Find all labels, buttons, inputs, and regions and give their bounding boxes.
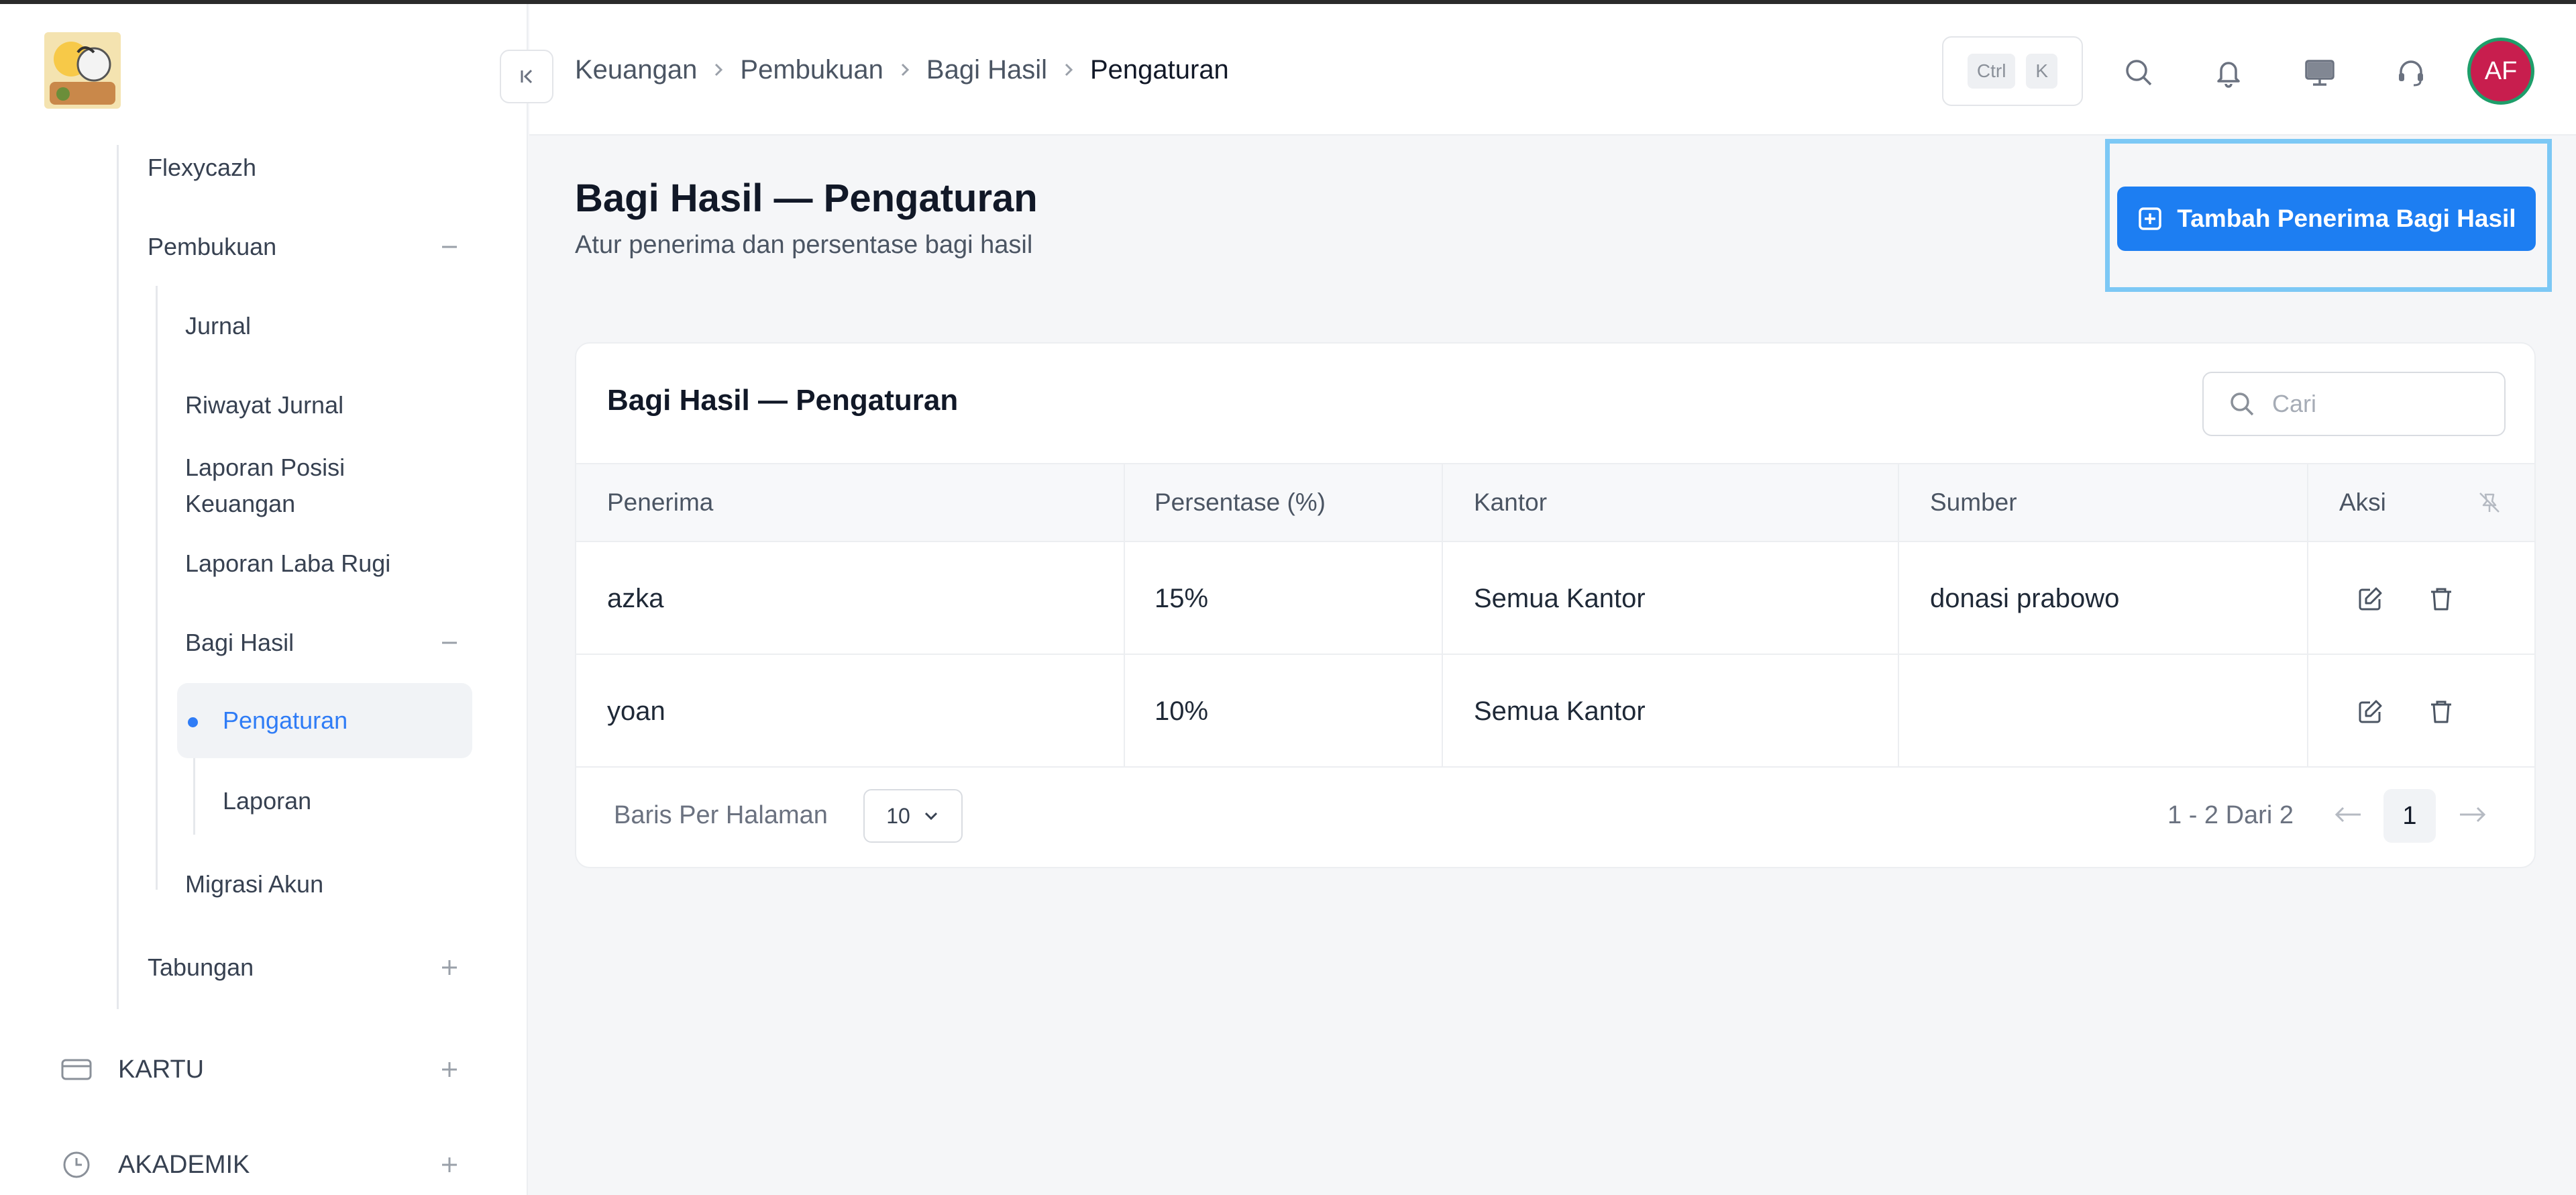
add-recipient-label: Tambah Penerima Bagi Hasil: [2177, 205, 2516, 232]
cell-persentase: 10%: [1155, 696, 1209, 726]
minus-icon[interactable]: [436, 629, 463, 656]
tree-guide: [117, 145, 119, 1009]
page-subtitle: Atur penerima dan persentase bagi hasil: [575, 231, 1033, 259]
table-header: Penerima Persentase (%) Kantor Sumber Ak…: [576, 463, 2534, 542]
sidebar-item-laporan-posisi-keuangan[interactable]: Laporan Posisi Keuangan: [185, 450, 463, 523]
kbd-k: K: [2026, 54, 2058, 89]
rows-per-page-select[interactable]: 10: [863, 789, 963, 843]
column-header-aksi: Aksi: [2339, 488, 2386, 516]
sidebar-item-pembukuan[interactable]: Pembukuan: [148, 220, 463, 274]
tree-guide: [193, 750, 195, 835]
breadcrumb-current: Pengaturan: [1089, 54, 1229, 85]
trash-icon[interactable]: [2422, 580, 2460, 618]
sidebar-section-kartu[interactable]: KARTU: [59, 1043, 463, 1096]
sidebar-item-jurnal[interactable]: Jurnal: [185, 299, 463, 353]
plus-icon[interactable]: [436, 1151, 463, 1178]
plus-icon[interactable]: [436, 954, 463, 981]
column-header-sumber[interactable]: Sumber: [1930, 464, 2017, 541]
table-row: azka 15% Semua Kantor donasi prabowo: [576, 543, 2534, 655]
breadcrumb-keuangan[interactable]: Keuangan: [575, 55, 697, 85]
cell-sumber: donasi prabowo: [1930, 583, 2120, 613]
cell-kantor: Semua Kantor: [1474, 583, 1646, 613]
chevron-down-icon: [922, 807, 940, 825]
search-icon: [2226, 388, 2257, 419]
table-row: yoan 10% Semua Kantor: [576, 656, 2534, 768]
search-input[interactable]: Cari: [2202, 372, 2506, 436]
column-header-kantor[interactable]: Kantor: [1474, 464, 1547, 541]
sidebar-item-label: Laporan Laba Rugi: [185, 550, 391, 577]
monitor-icon[interactable]: [2296, 48, 2344, 97]
sidebar-item-tabungan[interactable]: Tabungan: [148, 941, 463, 994]
sidebar-section-label: AKADEMIK: [118, 1150, 250, 1179]
tree-guide: [156, 286, 158, 890]
sidebar-item-label: Laporan Posisi: [185, 454, 345, 481]
rows-per-page-value: 10: [886, 803, 910, 828]
sidebar-item-label: Riwayat Jurnal: [185, 391, 344, 419]
edit-icon[interactable]: [2351, 693, 2389, 731]
sidebar-item-label: Migrasi Akun: [185, 870, 324, 898]
search-placeholder: Cari: [2272, 390, 2317, 417]
command-palette-shortcut[interactable]: Ctrl K: [1942, 36, 2083, 106]
cell-kantor: Semua Kantor: [1474, 696, 1646, 726]
rows-per-page-label: Baris Per Halaman: [614, 801, 828, 829]
column-header-persentase[interactable]: Persentase (%): [1155, 464, 1326, 541]
search-icon[interactable]: [2114, 48, 2163, 97]
sidebar-section-akademik[interactable]: AKADEMIK: [59, 1138, 463, 1192]
user-avatar[interactable]: AF: [2467, 38, 2534, 105]
arrow-left-icon[interactable]: [2328, 794, 2369, 835]
sidebar-item-label: Jurnal: [185, 312, 252, 340]
sidebar-item-label: Tabungan: [148, 953, 254, 981]
sidebar-item-riwayat-jurnal[interactable]: Riwayat Jurnal: [185, 378, 463, 432]
cell-penerima: yoan: [607, 696, 665, 726]
sidebar-item-label: Bagi Hasil: [185, 629, 294, 656]
collapse-sidebar-button[interactable]: [500, 50, 553, 103]
plus-icon[interactable]: [436, 1056, 463, 1083]
edit-icon[interactable]: [2351, 580, 2389, 618]
headset-icon[interactable]: [2387, 48, 2435, 97]
page-title: Bagi Hasil — Pengaturan: [575, 176, 1038, 220]
app-logo[interactable]: [44, 32, 121, 109]
pagination-range: 1 - 2 Dari 2: [2167, 801, 2294, 829]
breadcrumb-pembukuan[interactable]: Pembukuan: [740, 55, 883, 85]
arrow-right-icon[interactable]: [2452, 794, 2492, 835]
card-icon: [59, 1052, 94, 1087]
minus-icon[interactable]: [436, 233, 463, 260]
academic-icon: [59, 1147, 94, 1182]
sidebar-item-flexycazh[interactable]: Flexycazh: [148, 141, 463, 195]
sidebar: Flexycazh Pembukuan Jurnal Riwayat Jurna…: [0, 4, 528, 1195]
plus-square-icon: [2137, 205, 2163, 232]
column-header-penerima[interactable]: Penerima: [607, 464, 713, 541]
sidebar-item-laporan-laba-rugi[interactable]: Laporan Laba Rugi: [185, 537, 463, 590]
breadcrumb: Keuangan Pembukuan Bagi Hasil Pengaturan: [575, 51, 1229, 89]
chevron-right-icon: [712, 62, 725, 78]
bell-icon[interactable]: [2204, 48, 2253, 97]
sidebar-item-pengaturan-label[interactable]: Pengaturan: [223, 694, 464, 747]
sidebar-item-bagi-hasil[interactable]: Bagi Hasil: [185, 616, 463, 670]
card-title: Bagi Hasil — Pengaturan: [607, 384, 959, 417]
revenue-share-card: Bagi Hasil — Pengaturan Cari Penerima Pe…: [575, 342, 2536, 868]
sidebar-item-label: Flexycazh: [148, 154, 257, 181]
sidebar-item-label: Keuangan: [185, 490, 296, 517]
sidebar-item-laporan[interactable]: Laporan: [223, 774, 464, 828]
active-dot-icon: [188, 717, 198, 727]
kbd-ctrl: Ctrl: [1967, 54, 2016, 89]
cell-persentase: 15%: [1155, 583, 1209, 613]
cell-penerima: azka: [607, 583, 664, 613]
sidebar-item-label: Laporan: [223, 787, 312, 815]
unpin-column-icon[interactable]: [2471, 464, 2508, 541]
chevron-right-icon: [1062, 62, 1075, 78]
add-recipient-button[interactable]: Tambah Penerima Bagi Hasil: [2117, 187, 2536, 251]
trash-icon[interactable]: [2422, 693, 2460, 731]
sidebar-item-label: Pembukuan: [148, 233, 277, 260]
sidebar-item-migrasi-akun[interactable]: Migrasi Akun: [185, 858, 463, 911]
chevron-right-icon: [898, 62, 912, 78]
page-button-current[interactable]: 1: [2383, 789, 2436, 843]
sidebar-item-label: Pengaturan: [223, 707, 348, 734]
breadcrumb-bagi-hasil[interactable]: Bagi Hasil: [926, 55, 1047, 85]
sidebar-section-label: KARTU: [118, 1055, 205, 1084]
